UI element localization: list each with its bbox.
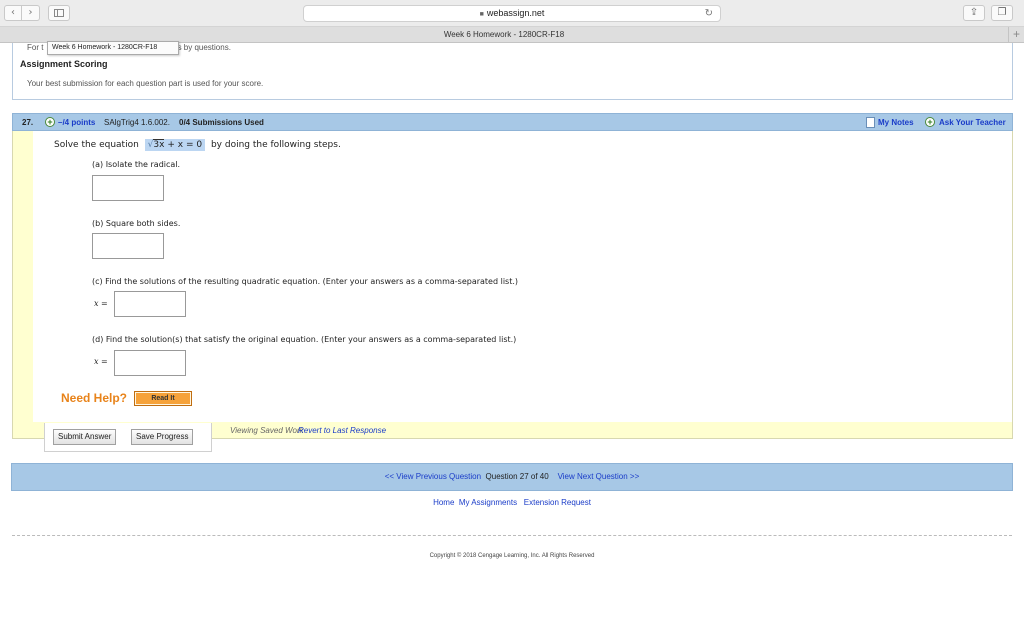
my-notes-link[interactable]: My Notes (878, 118, 914, 127)
scoring-lead-end: ers by questions. (170, 43, 231, 52)
tab-tooltip: Week 6 Homework - 1280CR-F18 (47, 41, 179, 55)
equation-rest: + x = 0 (167, 140, 203, 150)
forward-button[interactable]: › (22, 5, 40, 21)
next-question-link[interactable]: View Next Question >> (558, 472, 640, 481)
scoring-description: Your best submission for each question p… (27, 79, 264, 88)
extension-request-link[interactable]: Extension Request (524, 498, 591, 507)
equation: √3x + x = 0 (144, 139, 206, 151)
footer-links: Home My Assignments Extension Request (0, 498, 1024, 507)
stem-after: by doing the following steps. (210, 140, 341, 150)
stem-before: Solve the equation (54, 140, 139, 150)
part-c-label: (c) Find the solutions of the resulting … (92, 277, 519, 286)
part-a-label: (a) Isolate the radical. (92, 160, 181, 169)
question-points: –/4 points (58, 118, 96, 127)
viewing-saved-work-text: Viewing Saved Work (230, 426, 304, 435)
part-b-label: (b) Square both sides. (92, 219, 181, 228)
previous-question-link[interactable]: << View Previous Question (385, 472, 481, 481)
read-it-button[interactable]: Read It (134, 391, 192, 406)
x-equals-label-c: x = (94, 299, 108, 308)
lock-icon: ■ (479, 11, 484, 18)
sidebar-icon (54, 9, 64, 17)
copyright-text: Copyright © 2018 Cengage Learning, Inc. … (429, 553, 595, 559)
plus-icon: + (1012, 27, 1020, 41)
answer-a-input[interactable] (92, 175, 164, 201)
home-link[interactable]: Home (433, 498, 454, 507)
scoring-lead-start: For t (27, 43, 44, 52)
chevron-right-icon: › (28, 7, 33, 18)
revert-link[interactable]: Revert to Last Response (298, 426, 386, 435)
new-tab-button[interactable]: + (1008, 27, 1024, 43)
question-position: Question 27 of 40 (485, 472, 549, 481)
answer-b-input[interactable] (92, 233, 164, 259)
question-navigation: << View Previous Question Question 27 of… (11, 463, 1013, 491)
x-equals-label-d: x = (94, 357, 108, 366)
back-button[interactable]: ‹ (4, 5, 22, 21)
answer-c-input[interactable] (114, 291, 186, 317)
address-bar[interactable]: ■ webassign.net ↻ (303, 5, 721, 22)
question-header: 27. + –/4 points SAlgTrig4 1.6.002. 0/4 … (12, 113, 1013, 131)
submissions-used: 0/4 Submissions Used (179, 118, 264, 127)
need-help-label: Need Help? (61, 391, 128, 405)
share-button[interactable]: ⇪ (963, 5, 985, 21)
ask-teacher-link[interactable]: Ask Your Teacher (939, 118, 1006, 127)
scoring-title: Assignment Scoring (20, 59, 108, 69)
expand-plus-icon[interactable]: + (45, 117, 55, 127)
tabs-icon: ❐ (997, 7, 1007, 18)
question-stem: Solve the equation √3x + x = 0 by doing … (54, 139, 341, 151)
chevron-left-icon: ‹ (11, 7, 15, 18)
part-d-label: (d) Find the solution(s) that satisfy th… (92, 335, 517, 344)
answer-d-input[interactable] (114, 350, 186, 376)
save-progress-button[interactable]: Save Progress (131, 429, 194, 445)
browser-toolbar: ‹ › ■ webassign.net ↻ ⇪ ❐ (0, 0, 1024, 27)
ask-teacher-plus-icon[interactable]: + (925, 117, 935, 127)
radicand: 3x (153, 139, 165, 150)
question-number: 27. (22, 118, 34, 127)
notes-icon[interactable] (866, 117, 875, 128)
sidebar-toggle-button[interactable] (48, 5, 70, 21)
reload-icon[interactable]: ↻ (705, 6, 713, 21)
show-tabs-button[interactable]: ❐ (991, 5, 1013, 21)
my-assignments-link[interactable]: My Assignments (459, 498, 517, 507)
submit-answer-button[interactable]: Submit Answer (53, 429, 117, 445)
share-icon: ⇪ (969, 7, 979, 18)
footer-divider (12, 535, 1012, 536)
question-id: SAlgTrig4 1.6.002. (104, 118, 170, 127)
address-url: webassign.net (486, 8, 545, 18)
